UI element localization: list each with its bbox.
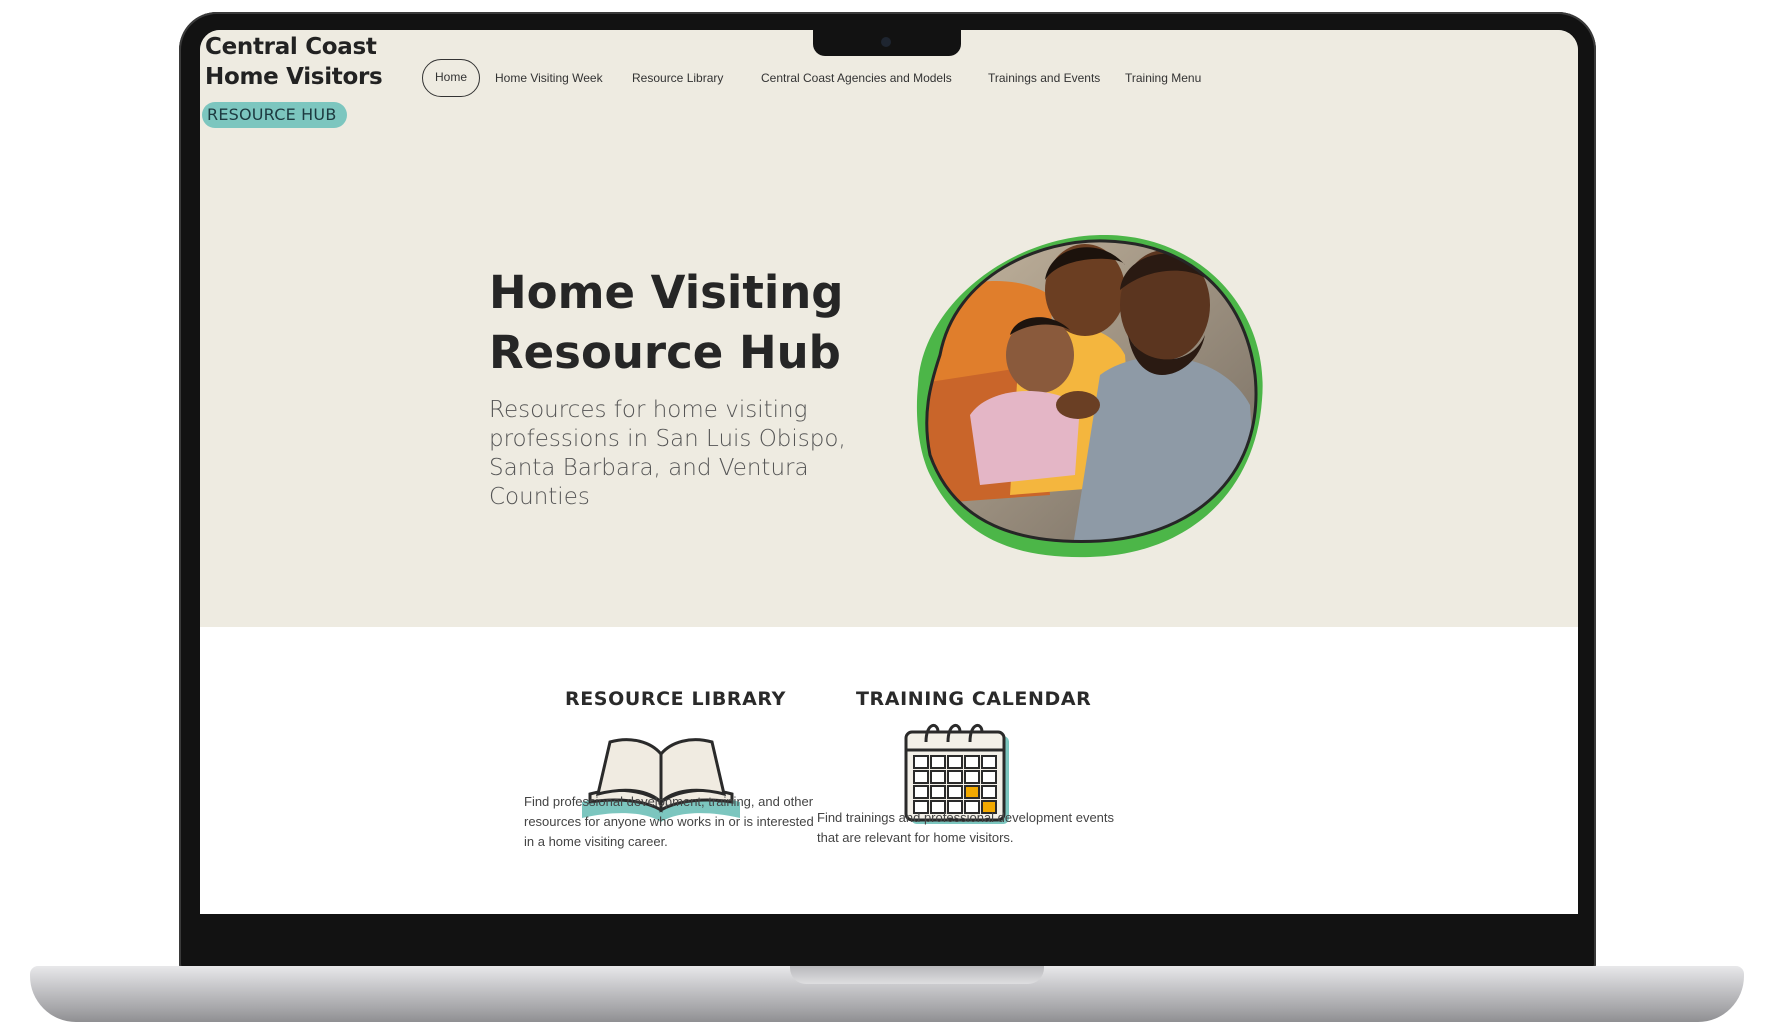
- nav-item-agencies-models[interactable]: Central Coast Agencies and Models: [761, 59, 952, 97]
- calendar-day-cell: [981, 785, 997, 799]
- hero-section: Central Coast Home Visitors RESOURCE HUB…: [200, 30, 1578, 627]
- calendar-day-cell: [964, 785, 980, 799]
- hero-title-line2: Resource Hub: [489, 326, 841, 379]
- training-calendar-desc: Find trainings and professional developm…: [817, 810, 1115, 845]
- calendar-day-cell: [930, 785, 946, 799]
- nav-item-training-menu[interactable]: Training Menu: [1125, 59, 1201, 97]
- calendar-day-cell: [947, 770, 963, 784]
- features-section: [200, 627, 1578, 914]
- calendar-day-cell: [964, 770, 980, 784]
- logo-badge: RESOURCE HUB: [202, 102, 347, 128]
- calendar-day-cell: [913, 770, 929, 784]
- training-calendar-title: TRAINING CALENDAR: [856, 688, 1092, 710]
- hero-family-photo: [916, 235, 1263, 558]
- calendar-day-cell: [913, 755, 929, 769]
- calendar-day-cell: [981, 770, 997, 784]
- camera-icon: [881, 37, 891, 47]
- hero-subtitle: Resources for home visiting professions …: [489, 397, 846, 510]
- nav-item-resource-library[interactable]: Resource Library: [632, 59, 723, 97]
- hero-title-line1: Home Visiting: [489, 266, 844, 319]
- logo-line2: Home Visitors: [205, 64, 383, 90]
- laptop-notch: [813, 30, 961, 56]
- laptop-screen: Central Coast Home Visitors RESOURCE HUB…: [200, 30, 1578, 914]
- calendar-day-cell: [964, 755, 980, 769]
- calendar-day-cell: [947, 785, 963, 799]
- nav-item-home-visiting-week[interactable]: Home Visiting Week: [495, 59, 603, 97]
- resource-library-desc: Find professional development, training,…: [524, 794, 814, 849]
- calendar-day-cell: [947, 755, 963, 769]
- calendar-day-cell: [930, 755, 946, 769]
- calendar-day-cell: [930, 770, 946, 784]
- hero-title: Home Visiting Resource Hub: [489, 263, 929, 383]
- resource-library-title: RESOURCE LIBRARY: [565, 688, 786, 710]
- calendar-day-cell: [913, 785, 929, 799]
- logo-line1: Central Coast: [205, 34, 377, 60]
- calendar-day-cell: [981, 755, 997, 769]
- nav-item-trainings-events[interactable]: Trainings and Events: [988, 59, 1100, 97]
- laptop-base: [30, 966, 1744, 1022]
- nav-item-home[interactable]: Home: [422, 59, 481, 97]
- laptop-base-groove: [790, 966, 1044, 984]
